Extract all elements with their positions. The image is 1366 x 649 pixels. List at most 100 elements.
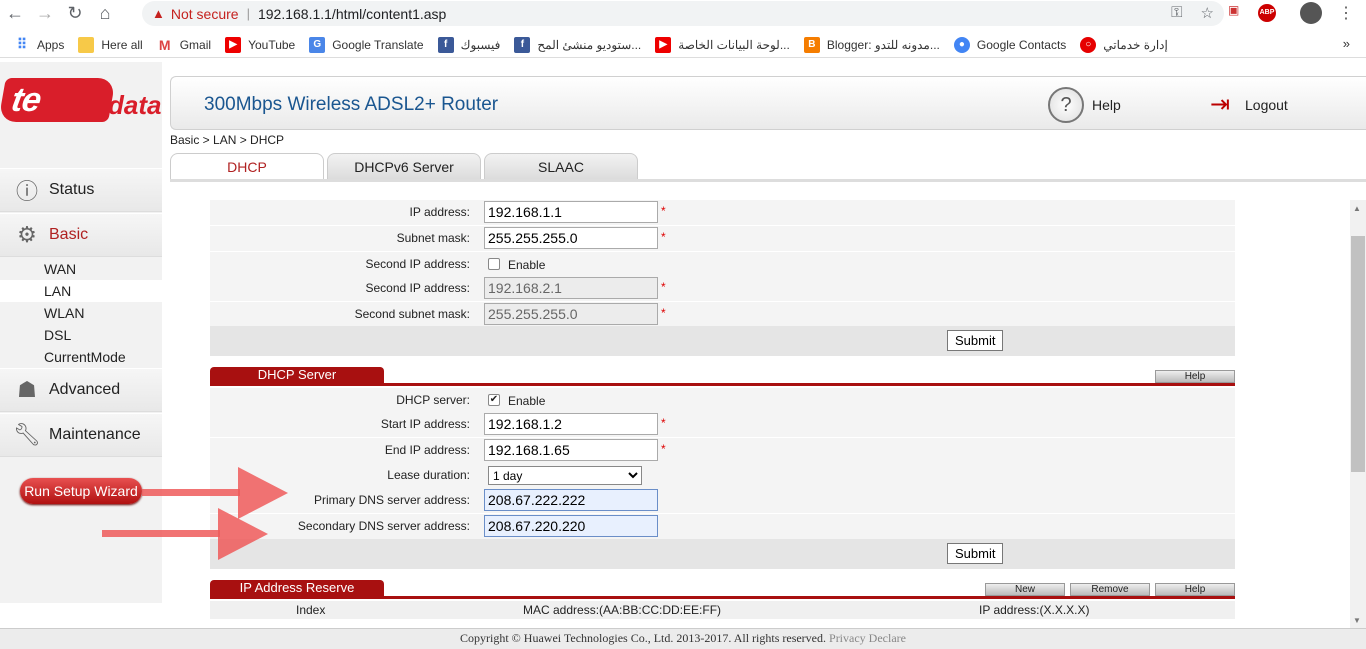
page-scrollbar[interactable]: ▲ ▼ [1350, 200, 1366, 628]
dhcp-submit-bar: Submit [210, 539, 1235, 569]
forward-icon[interactable]: → [30, 0, 60, 27]
reserve-new-button[interactable]: New [985, 583, 1065, 596]
dhcp-server-checkbox[interactable]: ✔ [488, 394, 500, 406]
logout-link[interactable]: Logout [1245, 97, 1288, 113]
reserve-help-button[interactable]: Help [1155, 583, 1235, 596]
sidebar-item-maintenance[interactable]: 🔧︎ Maintenance [0, 413, 162, 457]
url-text[interactable]: 192.168.1.1/html/content1.asp [258, 6, 446, 22]
bookmark-youtube-dashboard[interactable]: ▶ لوحة البيانات الخاصة... [655, 36, 790, 53]
subnet-mask-input[interactable] [484, 227, 658, 249]
dhcp-server-header: DHCP Server Help [210, 367, 1235, 386]
ip-address-label: IP address: [409, 205, 470, 219]
lease-duration-row: Lease duration: 1 day [210, 463, 1235, 489]
start-ip-label: Start IP address: [380, 417, 470, 431]
second-ip-label: Second IP address: [365, 281, 470, 295]
sidebar-sub-wlan[interactable]: WLAN [0, 302, 162, 324]
sidebar-item-status[interactable]: ⓘ Status [0, 168, 162, 212]
page-title: 300Mbps Wireless ADSL2+ Router [204, 94, 499, 115]
tab-slaac[interactable]: SLAAC [484, 153, 638, 179]
bookmark-facebook[interactable]: f فيسبوك [437, 36, 500, 53]
bookmark-google-translate[interactable]: G Google Translate [309, 36, 424, 53]
address-bar[interactable]: ▲ Not secure | 192.168.1.1/html/content1… [142, 1, 1224, 26]
scroll-up-icon[interactable]: ▲ [1353, 204, 1361, 213]
translate-icon: G [309, 36, 326, 53]
bookmark-apps[interactable]: ⠿ Apps [14, 36, 65, 53]
te-data-logo: te data [0, 70, 162, 130]
secondary-dns-input[interactable] [484, 515, 658, 537]
scroll-down-icon[interactable]: ▼ [1353, 616, 1361, 625]
second-mask-input[interactable] [484, 303, 658, 325]
tab-dhcp[interactable]: DHCP [170, 153, 324, 180]
breadcrumb: Basic > LAN > DHCP [170, 133, 285, 147]
primary-dns-row: Primary DNS server address: [210, 488, 1235, 514]
youtube-icon: ▶ [655, 36, 672, 53]
reserve-remove-button[interactable]: Remove [1070, 583, 1150, 596]
logo-te: te [0, 78, 116, 122]
run-setup-wizard-button[interactable]: Run Setup Wizard [20, 478, 142, 504]
required-mark: * [661, 204, 666, 218]
bookmark-youtube[interactable]: ▶ YouTube [225, 36, 295, 53]
bookmark-blogger[interactable]: B Blogger: مدونه للتدو... [803, 36, 940, 53]
bookmark-facebook-studio[interactable]: f ستوديو منشئ المح... [514, 36, 641, 53]
lan-submit-button[interactable]: Submit [947, 330, 1004, 351]
dhcp-server-label: DHCP server: [396, 393, 470, 407]
extension-icon[interactable]: ▣ [1228, 3, 1239, 17]
required-mark: * [661, 280, 666, 294]
sidebar-sub-lan[interactable]: LAN [0, 280, 162, 302]
sidebar-item-basic[interactable]: ⚙ Basic [0, 213, 162, 257]
start-ip-input[interactable] [484, 413, 658, 435]
primary-dns-label: Primary DNS server address: [313, 493, 470, 507]
lease-duration-label: Lease duration: [387, 468, 470, 482]
tab-bar: DHCP DHCPv6 Server SLAAC [170, 153, 641, 180]
sidebar-sub-dsl[interactable]: DSL [0, 324, 162, 346]
secondary-dns-row: Secondary DNS server address: [210, 514, 1235, 540]
bookmark-here-all[interactable]: Here all [78, 36, 143, 53]
youtube-icon: ▶ [225, 36, 242, 53]
column-ip: IP address:(X.X.X.X) [979, 603, 1090, 617]
blogger-icon: B [803, 36, 820, 53]
end-ip-input[interactable] [484, 439, 658, 461]
second-ip-enable-label: Second IP address: [365, 257, 470, 271]
reload-icon[interactable]: ↻ [60, 0, 90, 27]
sidebar-item-advanced[interactable]: ☗ Advanced [0, 368, 162, 412]
menu-icon[interactable]: ⋮ [1338, 3, 1354, 23]
ip-address-input[interactable] [484, 201, 658, 223]
bookmark-vodafone[interactable]: ○ إدارة خدماتي [1080, 36, 1168, 53]
primary-dns-input[interactable] [484, 489, 658, 511]
help-icon[interactable]: ? [1048, 87, 1084, 123]
back-icon[interactable]: ← [0, 0, 30, 27]
star-icon[interactable]: ☆ [1201, 4, 1214, 22]
dhcp-submit-button[interactable]: Submit [947, 543, 1004, 564]
advanced-icon: ☗ [17, 377, 37, 402]
lease-duration-select[interactable]: 1 day [488, 466, 642, 485]
column-mac: MAC address:(AA:BB:CC:DD:EE:FF) [523, 603, 722, 617]
bookmark-gmail[interactable]: M Gmail [157, 37, 211, 53]
ip-reserve-title: IP Address Reserve [210, 580, 384, 596]
help-link[interactable]: Help [1092, 97, 1121, 113]
scroll-thumb[interactable] [1351, 236, 1365, 472]
second-mask-row: Second subnet mask: * [210, 302, 1235, 328]
avatar[interactable] [1300, 2, 1322, 24]
key-icon[interactable]: ⚿ [1171, 4, 1182, 22]
logout-icon[interactable]: ⇥ [1202, 87, 1238, 123]
tab-dhcpv6-server[interactable]: DHCPv6 Server [327, 153, 481, 179]
sidebar-sub-currentmode[interactable]: CurrentMode [0, 346, 162, 368]
dhcp-help-button[interactable]: Help [1155, 370, 1235, 383]
subnet-mask-row: Subnet mask: * [210, 226, 1235, 252]
second-ip-checkbox[interactable] [488, 258, 500, 270]
apps-icon: ⠿ [16, 36, 28, 52]
start-ip-row: Start IP address: * [210, 412, 1235, 438]
tab-underline [170, 179, 1366, 182]
gmail-icon: M [158, 36, 171, 53]
more-bookmarks-icon[interactable]: » [1343, 36, 1350, 51]
adblock-icon[interactable]: ABP [1258, 4, 1276, 22]
second-ip-enable-text: Enable [508, 258, 546, 272]
sidebar-sub-wan[interactable]: WAN [0, 258, 162, 280]
ip-reserve-header: IP Address Reserve New Remove Help [210, 580, 1235, 599]
not-secure-label: Not secure [170, 5, 239, 22]
home-icon[interactable]: ⌂ [90, 0, 120, 27]
privacy-declare-link[interactable]: Privacy Declare [829, 631, 906, 645]
second-ip-input[interactable] [484, 277, 658, 299]
end-ip-row: End IP address: * [210, 438, 1235, 464]
bookmark-google-contacts[interactable]: ● Google Contacts [953, 36, 1066, 53]
